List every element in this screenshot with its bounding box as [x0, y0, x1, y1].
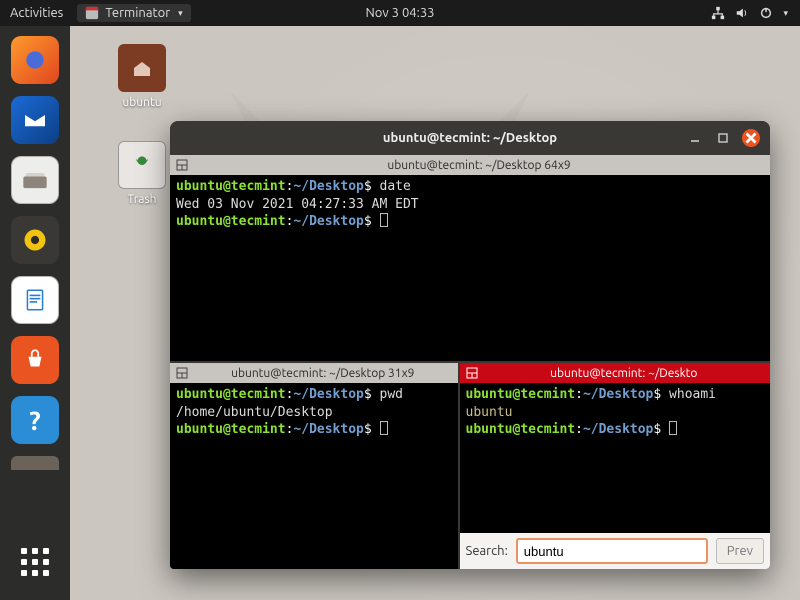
dock-extra[interactable] [11, 456, 59, 470]
activities-button[interactable]: Activities [10, 6, 63, 20]
network-icon[interactable] [711, 6, 725, 20]
pane-title: ubuntu@tecmint: ~/Desktop 64x9 [194, 159, 764, 172]
dock-files[interactable] [11, 156, 59, 204]
power-icon[interactable] [759, 6, 773, 20]
pane-header[interactable]: ubuntu@tecmint: ~/Desktop 31x9 [170, 363, 458, 383]
desktop-icon-label: ubuntu [110, 96, 174, 109]
minimize-button[interactable] [686, 129, 704, 147]
terminal-pane-bottom-right[interactable]: ubuntu@tecmint: ~/Deskto ubuntu@tecmint:… [460, 363, 770, 569]
cursor [380, 421, 388, 435]
pane-title: ubuntu@tecmint: ~/Desktop 31x9 [194, 367, 452, 380]
terminal-pane-top[interactable]: ubuntu@tecmint: ~/Desktop 64x9 ubuntu@te… [170, 155, 770, 363]
cursor [669, 421, 677, 435]
terminal-window: ubuntu@tecmint: ~/Desktop ubuntu@tecmint… [170, 121, 770, 569]
dock: ? [0, 26, 70, 600]
apps-grid-button[interactable] [11, 538, 59, 586]
close-button[interactable] [742, 129, 760, 147]
cursor [380, 213, 388, 227]
titlebar[interactable]: ubuntu@tecmint: ~/Desktop [170, 121, 770, 155]
search-input[interactable] [516, 538, 708, 564]
trash-icon [118, 141, 166, 189]
terminal-output[interactable]: ubuntu@tecmint:~/Desktop$ whoami ubuntu … [460, 383, 770, 533]
volume-icon[interactable] [735, 6, 749, 20]
app-menu-label: Terminator [105, 6, 170, 20]
pane-header[interactable]: ubuntu@tecmint: ~/Desktop 64x9 [170, 155, 770, 175]
dock-thunderbird[interactable] [11, 96, 59, 144]
dock-rhythmbox[interactable] [11, 216, 59, 264]
dock-software[interactable] [11, 336, 59, 384]
folder-home-icon [118, 44, 166, 92]
search-prev-button[interactable]: Prev [716, 538, 764, 564]
split-icon [466, 367, 478, 379]
dock-help[interactable]: ? [11, 396, 59, 444]
dock-firefox[interactable] [11, 36, 59, 84]
split-icon [176, 367, 188, 379]
desktop-icon-label: Trash [110, 193, 174, 206]
top-panel: Activities Terminator ▾ Nov 3 04:33 ▾ [0, 0, 800, 26]
dock-libreoffice[interactable] [11, 276, 59, 324]
terminator-icon [85, 6, 99, 20]
desktop[interactable]: ubuntu Trash ubuntu@tecmint: ~/Desktop u… [70, 26, 800, 600]
desktop-icon-trash[interactable]: Trash [110, 141, 174, 206]
split-icon [176, 159, 188, 171]
terminal-pane-bottom-left[interactable]: ubuntu@tecmint: ~/Desktop 31x9 ubuntu@te… [170, 363, 460, 569]
terminal-output[interactable]: ubuntu@tecmint:~/Desktop$ pwd /home/ubun… [170, 383, 458, 569]
search-label: Search: [466, 544, 508, 558]
desktop-icon-home[interactable]: ubuntu [110, 44, 174, 109]
window-title: ubuntu@tecmint: ~/Desktop [383, 131, 557, 145]
clock[interactable]: Nov 3 04:33 [365, 6, 434, 20]
pane-header-active[interactable]: ubuntu@tecmint: ~/Deskto [460, 363, 770, 383]
terminal-output[interactable]: ubuntu@tecmint:~/Desktop$ date Wed 03 No… [170, 175, 770, 361]
chevron-down-icon: ▾ [783, 8, 788, 19]
maximize-button[interactable] [714, 129, 732, 147]
search-bar: Search: Prev [460, 533, 770, 569]
pane-title: ubuntu@tecmint: ~/Deskto [484, 367, 764, 380]
chevron-down-icon: ▾ [178, 8, 183, 19]
app-menu[interactable]: Terminator ▾ [77, 4, 190, 22]
